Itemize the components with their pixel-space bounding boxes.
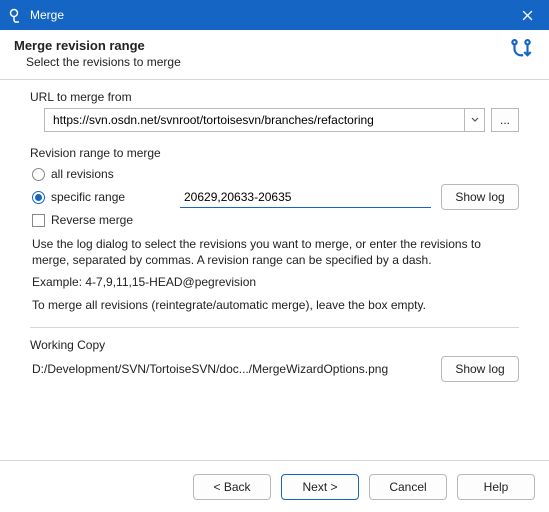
merge-icon bbox=[507, 38, 535, 66]
close-button[interactable] bbox=[505, 0, 549, 30]
help-text-2: Example: 4-7,9,11,15-HEAD@pegrevision bbox=[32, 274, 519, 290]
url-group: URL to merge from ... bbox=[30, 90, 519, 132]
radio-specific-range[interactable]: specific range bbox=[30, 187, 150, 207]
revision-label: Revision range to merge bbox=[30, 146, 519, 160]
titlebar: Merge bbox=[0, 0, 549, 30]
help-text-3: To merge all revisions (reintegrate/auto… bbox=[32, 297, 519, 313]
next-button[interactable]: Next > bbox=[281, 474, 359, 500]
show-log-button-wc[interactable]: Show log bbox=[441, 356, 519, 382]
app-icon bbox=[8, 7, 24, 23]
url-label: URL to merge from bbox=[30, 90, 519, 104]
wc-label: Working Copy bbox=[30, 338, 519, 352]
revision-group: Revision range to merge all revisions sp… bbox=[30, 146, 519, 313]
cancel-button[interactable]: Cancel bbox=[369, 474, 447, 500]
wizard-footer: < Back Next > Cancel Help bbox=[0, 460, 549, 512]
working-copy-group: Working Copy D:/Development/SVN/Tortoise… bbox=[30, 338, 519, 382]
back-button[interactable]: < Back bbox=[193, 474, 271, 500]
radio-all-revisions[interactable]: all revisions bbox=[30, 164, 519, 184]
browse-button[interactable]: ... bbox=[491, 108, 519, 132]
url-input[interactable] bbox=[45, 109, 464, 131]
help-button[interactable]: Help bbox=[457, 474, 535, 500]
radio-icon bbox=[32, 191, 45, 204]
reverse-merge-checkbox[interactable]: Reverse merge bbox=[30, 210, 519, 230]
show-log-button-revisions[interactable]: Show log bbox=[441, 184, 519, 210]
header-subtitle: Select the revisions to merge bbox=[26, 55, 507, 69]
reverse-merge-label: Reverse merge bbox=[51, 213, 133, 227]
checkbox-icon bbox=[32, 214, 45, 227]
header-title: Merge revision range bbox=[14, 38, 507, 53]
separator bbox=[30, 327, 519, 328]
window-title: Merge bbox=[30, 8, 505, 22]
url-combo[interactable] bbox=[44, 108, 485, 132]
radio-icon bbox=[32, 168, 45, 181]
url-dropdown-button[interactable] bbox=[464, 109, 484, 131]
revision-range-input[interactable] bbox=[180, 186, 431, 208]
help-text-1: Use the log dialog to select the revisio… bbox=[32, 236, 519, 268]
radio-specific-label: specific range bbox=[51, 190, 125, 204]
wizard-header: Merge revision range Select the revision… bbox=[0, 30, 549, 80]
radio-all-label: all revisions bbox=[51, 167, 114, 181]
wc-path: D:/Development/SVN/TortoiseSVN/doc.../Me… bbox=[32, 362, 431, 376]
